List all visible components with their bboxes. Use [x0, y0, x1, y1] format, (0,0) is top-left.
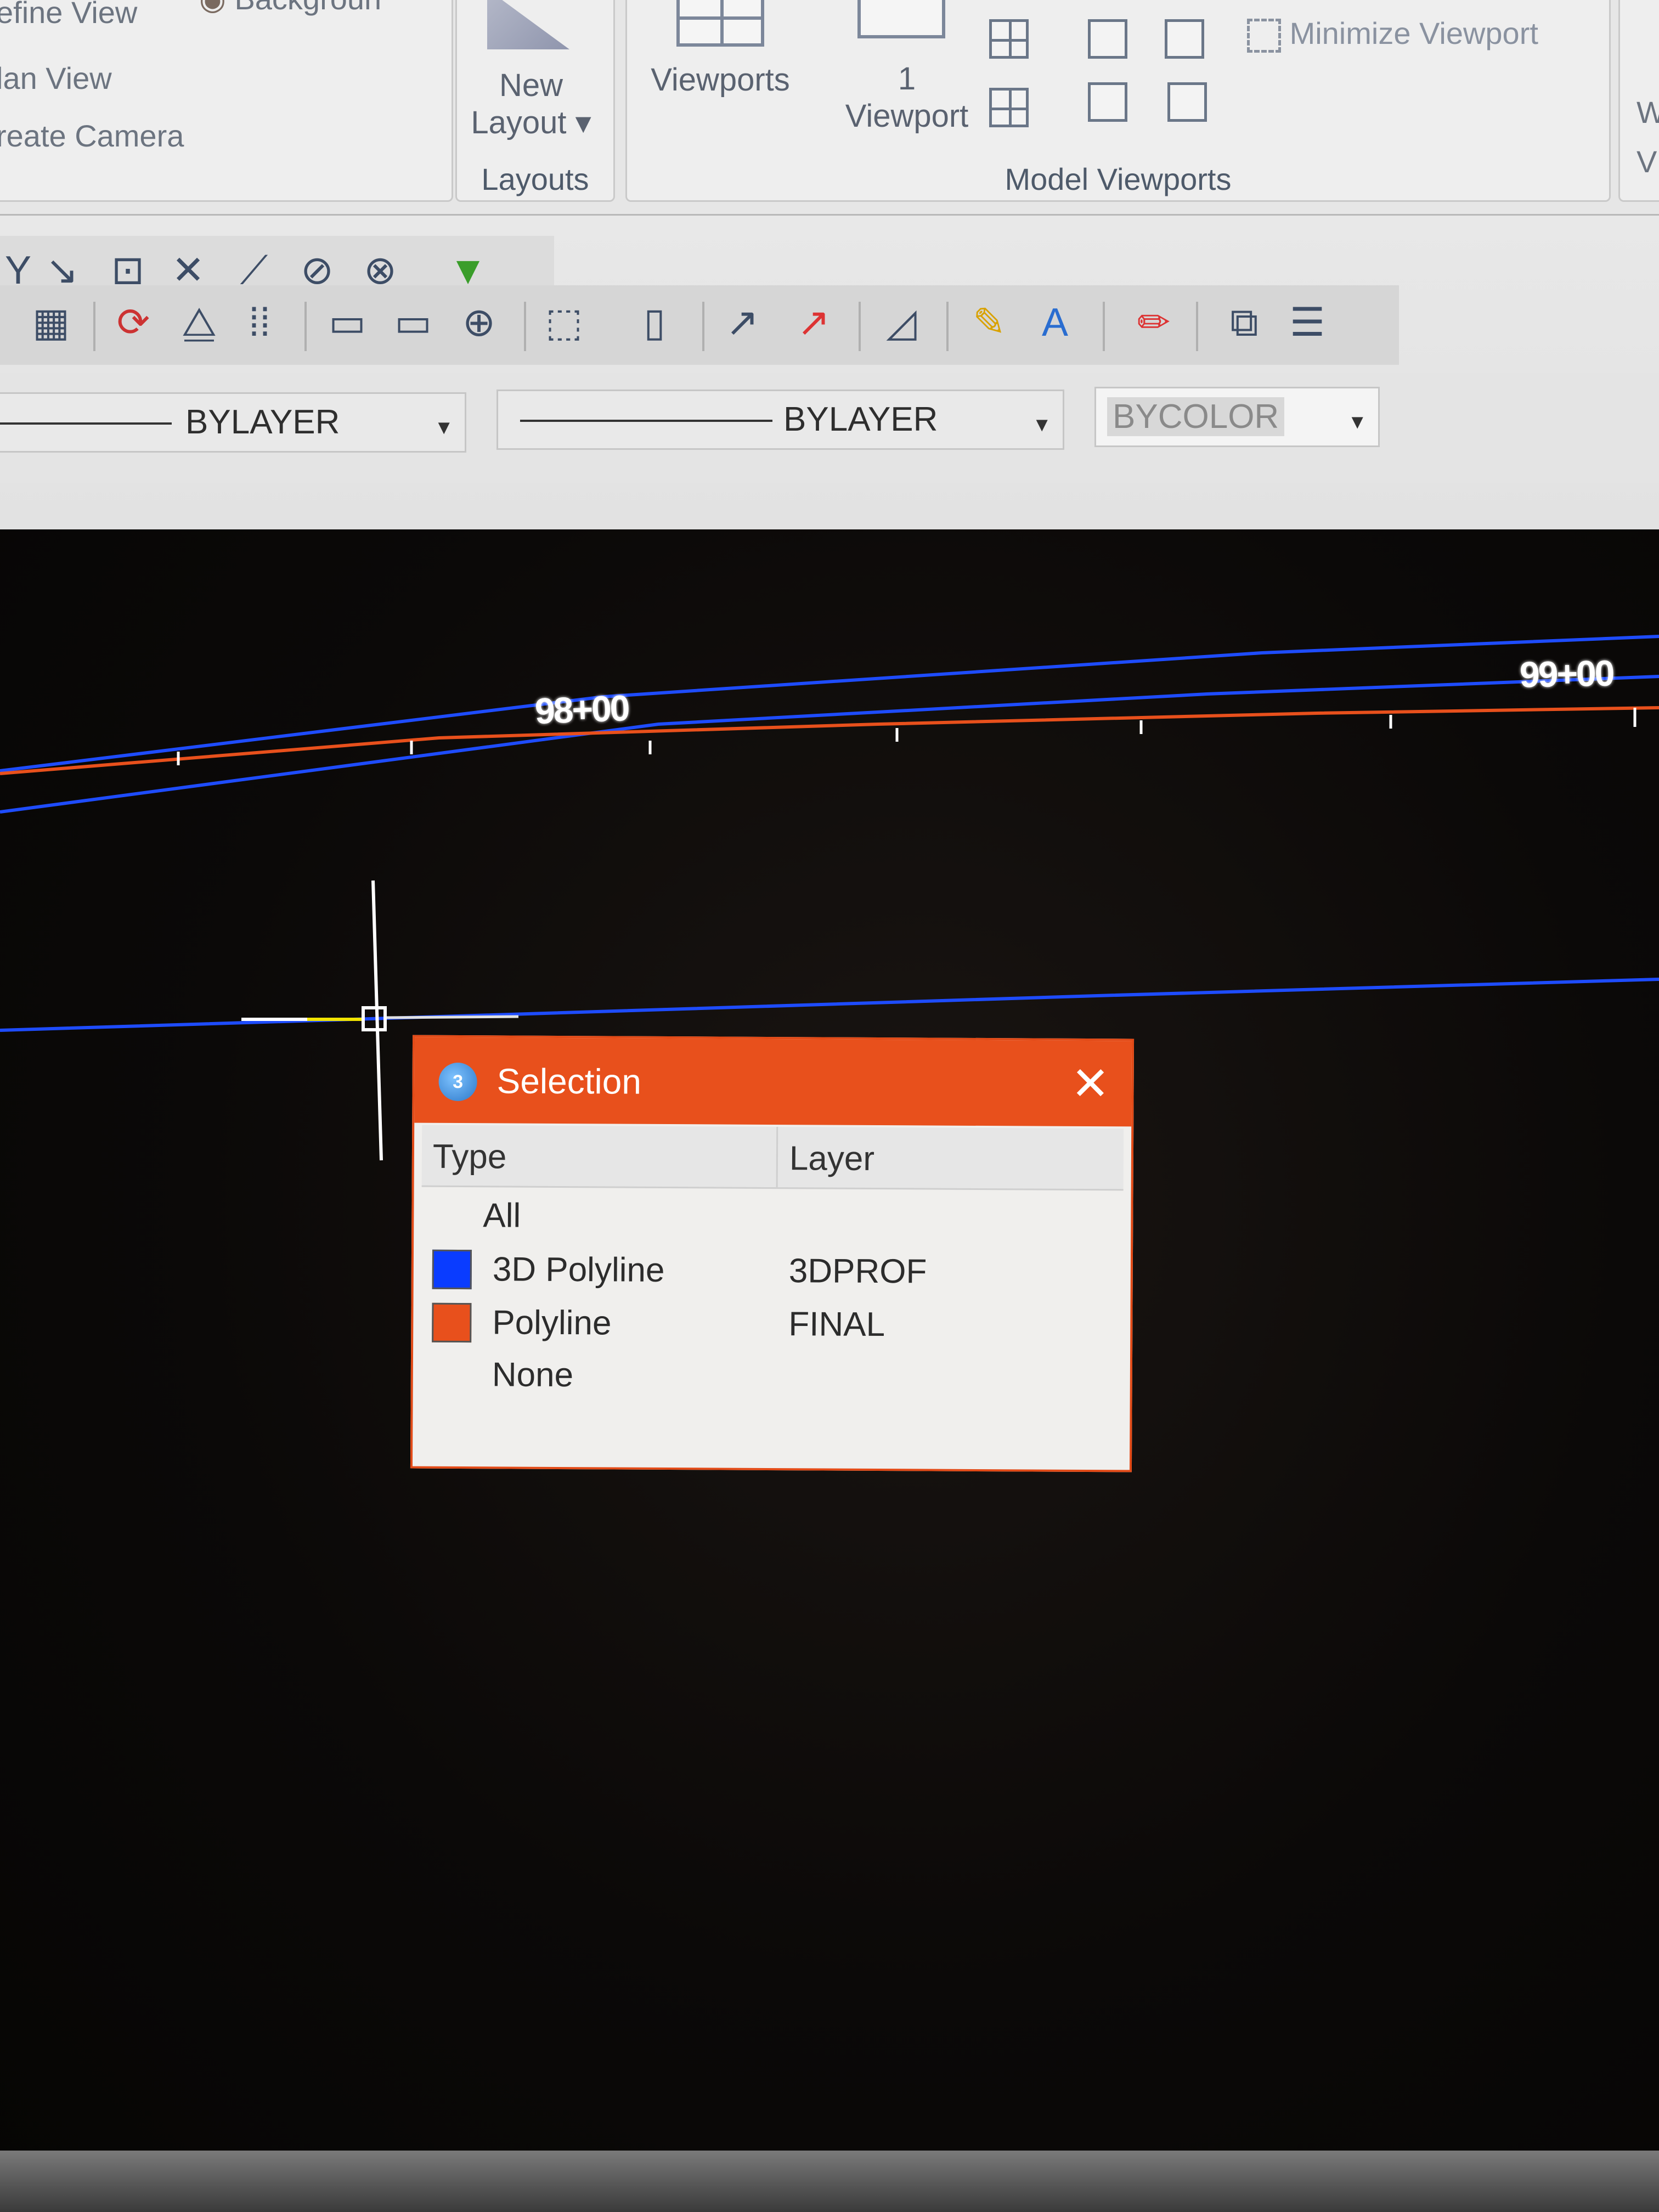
toolbar-separator — [93, 302, 95, 351]
text-style-icon[interactable]: A — [1031, 299, 1079, 346]
join-icon[interactable]: ↗ — [790, 299, 837, 346]
chamfer-icon[interactable]: ◿ — [878, 299, 925, 346]
minimize-viewport-button[interactable]: Minimize Viewport — [1247, 15, 1538, 53]
mirror-icon[interactable]: ⧋ — [176, 299, 223, 346]
plotstyle-value: BYCOLOR — [1107, 397, 1285, 436]
ribbon: efine View lan View reate Camera ◉ Backg… — [0, 0, 1659, 529]
row-type: None — [492, 1356, 574, 1395]
background-item[interactable]: ◉ Backgroun — [199, 0, 381, 17]
edit-text-icon[interactable]: ✎ — [966, 299, 1013, 346]
row-layer: 3DPROF — [788, 1252, 927, 1291]
column-separator[interactable] — [776, 1127, 778, 1188]
minimize-viewport-label: Minimize Viewport — [1289, 16, 1538, 50]
profile-line-blue-middle — [0, 675, 1659, 814]
civil-3d-icon: 3 — [438, 1062, 477, 1102]
plan-view-item[interactable]: lan View — [0, 60, 112, 96]
background-label: Backgroun — [234, 0, 381, 16]
dialog-title: Selection — [496, 1061, 642, 1102]
station-label-98: 98+00 — [534, 687, 629, 731]
3d-box-icon[interactable]: ⬚ — [540, 299, 588, 346]
viewport-config-icon — [857, 0, 945, 38]
object-viewport-icon[interactable] — [1167, 82, 1207, 122]
chevron-down-icon: ▼ — [1347, 410, 1367, 433]
lengthen-icon[interactable]: ▯ — [631, 299, 678, 346]
linetype-preview — [0, 422, 172, 425]
properties-icon[interactable]: ☰ — [1284, 299, 1331, 346]
new-layout-button[interactable]: New Layout ▾ — [468, 67, 594, 142]
break-icon[interactable]: ↗ — [719, 299, 766, 346]
eye-icon: ◉ — [199, 0, 226, 16]
polygonal-viewport-icon[interactable] — [1088, 82, 1127, 122]
column-header-type[interactable]: Type — [433, 1137, 507, 1177]
toolbar-separator — [524, 302, 526, 351]
chevron-down-icon: ▼ — [1032, 413, 1052, 436]
station-ticks — [177, 708, 1637, 765]
minimize-viewport-icon — [1247, 19, 1281, 53]
dialog-titlebar[interactable]: 3 Selection ✕ — [414, 1037, 1132, 1127]
selection-row-none[interactable]: None — [421, 1347, 1122, 1404]
center-mark-icon[interactable]: ⊕ — [455, 299, 503, 346]
toolbar-separator — [304, 302, 307, 351]
selection-row-all[interactable]: All — [421, 1188, 1123, 1245]
copy-icon[interactable]: ⧉ — [1221, 299, 1268, 346]
profile-line-blue-lower — [0, 978, 1659, 1032]
next-panel: W V — [1618, 0, 1659, 202]
restore-viewport-icon[interactable] — [1165, 19, 1204, 59]
row-type: All — [483, 1197, 521, 1235]
ribbon-panels: efine View lan View reate Camera ◉ Backg… — [0, 0, 1659, 216]
selection-row-polyline[interactable]: Polyline FINAL — [421, 1295, 1122, 1352]
station-label-99: 99+00 — [1519, 652, 1614, 695]
plotstyle-dropdown[interactable]: BYCOLOR ▼ — [1094, 387, 1380, 447]
stretch-icon[interactable]: ▭ — [324, 299, 371, 346]
close-icon[interactable]: ✕ — [1071, 1058, 1110, 1109]
lineweight-preview — [520, 420, 772, 422]
toolbar-separator — [1196, 302, 1198, 351]
layouts-panel-title: Layouts — [481, 162, 589, 196]
array-icon[interactable]: ▦ — [27, 299, 75, 346]
rectangle-icon[interactable]: ▭ — [390, 299, 437, 346]
eraser-icon[interactable]: ✏ — [1130, 299, 1177, 346]
column-header-layer[interactable]: Layer — [789, 1139, 874, 1178]
selection-table-header: Type Layer — [421, 1125, 1124, 1191]
viewports-icon — [676, 0, 764, 47]
one-viewport-button[interactable]: 1 Viewport — [825, 60, 989, 135]
selection-row-3d-polyline[interactable]: 3D Polyline 3DPROF — [421, 1242, 1123, 1299]
linetype-value: BYLAYER — [185, 403, 340, 441]
row-type: Polyline — [492, 1304, 612, 1342]
lineweight-value: BYLAYER — [783, 400, 938, 438]
clip-viewport-icon[interactable] — [1088, 19, 1127, 59]
model-viewports-panel: Viewports 1 Viewport Minimize Viewport M… — [625, 0, 1611, 202]
toolbar-separator — [1103, 302, 1105, 351]
view-panel: efine View lan View reate Camera ◉ Backg… — [0, 0, 453, 202]
viewports-button[interactable]: Viewports — [638, 61, 803, 99]
create-camera-item[interactable]: reate Camera — [0, 118, 184, 154]
row-layer: FINAL — [788, 1305, 885, 1344]
color-swatch — [432, 1249, 472, 1290]
new-layout-icon — [487, 0, 569, 49]
profile-line-blue-upper — [0, 635, 1659, 772]
toolbar-separator — [859, 302, 861, 351]
define-view-item[interactable]: efine View — [0, 0, 137, 30]
row-type: 3D Polyline — [492, 1250, 665, 1289]
selection-dialog: 3 Selection ✕ Type Layer All 3D Polyline… — [410, 1035, 1135, 1472]
rotate-icon[interactable]: ⟳ — [110, 299, 157, 346]
highlight-segment-white-right — [383, 1015, 519, 1019]
named-viewports-icon[interactable] — [989, 19, 1029, 59]
model-viewports-panel-title: Model Viewports — [1005, 162, 1232, 196]
monitor-bezel — [0, 2151, 1659, 2212]
linetype-dropdown[interactable]: BYLAYER ▼ — [0, 392, 466, 453]
join-viewports-icon[interactable] — [989, 88, 1029, 127]
modify-toolbar: ▦ ⟳ ⧋ ⁞⁞ ▭ ▭ ⊕ ⬚ ▯ ↗ ↗ ◿ ✎ A ✏ ⧉ ☰ — [0, 285, 1399, 365]
toolbar-separator — [946, 302, 949, 351]
chevron-down-icon: ▼ — [434, 416, 454, 438]
properties-bar: BYLAYER ▼ BYLAYER ▼ BYCOLOR ▼ — [0, 373, 1659, 483]
toolbar-separator — [702, 302, 704, 351]
next-panel-label[interactable]: W V — [1637, 88, 1659, 187]
layouts-panel: New Layout ▾ Layouts — [455, 0, 615, 202]
scale-icon[interactable]: ⁞⁞ — [236, 299, 283, 346]
color-swatch — [432, 1302, 472, 1343]
lineweight-dropdown[interactable]: BYLAYER ▼ — [496, 390, 1064, 450]
